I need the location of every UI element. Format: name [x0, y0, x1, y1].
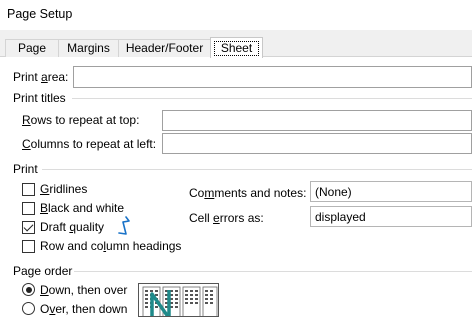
columns-to-repeat-label: Columns to repeat at left:: [22, 137, 157, 151]
tab-header-footer-label: Header/Footer: [125, 41, 204, 55]
draft-quality-label: Draft quality: [40, 220, 105, 234]
cursor-icon: [118, 216, 130, 235]
print-area-input[interactable]: [73, 66, 472, 88]
page-order-divider: [74, 271, 472, 272]
tab-page-label: Page: [17, 41, 47, 55]
print-heading: Print: [13, 162, 38, 176]
down-then-over-label: Down, then over: [40, 283, 128, 297]
comments-and-notes-label: Comments and notes:: [189, 186, 307, 200]
window-title: Page Setup: [7, 7, 73, 21]
gridlines-label: Gridlines: [40, 182, 88, 196]
row-column-headings-checkbox[interactable]: [22, 240, 35, 253]
tab-sheet[interactable]: Sheet: [210, 37, 263, 58]
cell-errors-value: displayed: [315, 210, 366, 224]
gridlines-checkbox[interactable]: [22, 183, 35, 196]
over-then-down-radio[interactable]: [22, 302, 35, 315]
print-divider: [42, 169, 472, 170]
page-order-preview: [138, 283, 219, 317]
columns-to-repeat-input[interactable]: [162, 133, 472, 154]
print-area-label: Print area:: [13, 70, 69, 84]
cell-errors-label: Cell errors as:: [189, 211, 264, 225]
black-and-white-label: Black and white: [40, 201, 125, 215]
tab-margins-label: Margins: [67, 41, 110, 55]
row-column-headings-label: Row and column headings: [40, 239, 182, 253]
print-titles-divider: [72, 98, 472, 99]
over-then-down-label: Over, then down: [40, 302, 128, 316]
comments-and-notes-dropdown[interactable]: (None): [310, 181, 472, 202]
cell-errors-dropdown[interactable]: displayed: [310, 206, 472, 227]
print-titles-heading: Print titles: [13, 91, 66, 105]
rows-to-repeat-input[interactable]: [162, 110, 472, 131]
down-then-over-radio[interactable]: [22, 283, 35, 296]
tab-header-footer[interactable]: Header/Footer: [118, 39, 211, 57]
black-and-white-checkbox[interactable]: [22, 202, 35, 215]
draft-quality-checkbox[interactable]: [22, 221, 35, 234]
comments-and-notes-value: (None): [315, 185, 352, 199]
page-order-heading: Page order: [13, 264, 73, 278]
tab-sheet-label: Sheet: [220, 41, 253, 55]
rows-to-repeat-label: Rows to repeat at top:: [22, 113, 140, 127]
page-order-preview-image: [142, 286, 218, 316]
tab-margins[interactable]: Margins: [58, 39, 119, 57]
tab-page[interactable]: Page: [5, 39, 59, 57]
title-bar: Page Setup: [0, 0, 472, 30]
